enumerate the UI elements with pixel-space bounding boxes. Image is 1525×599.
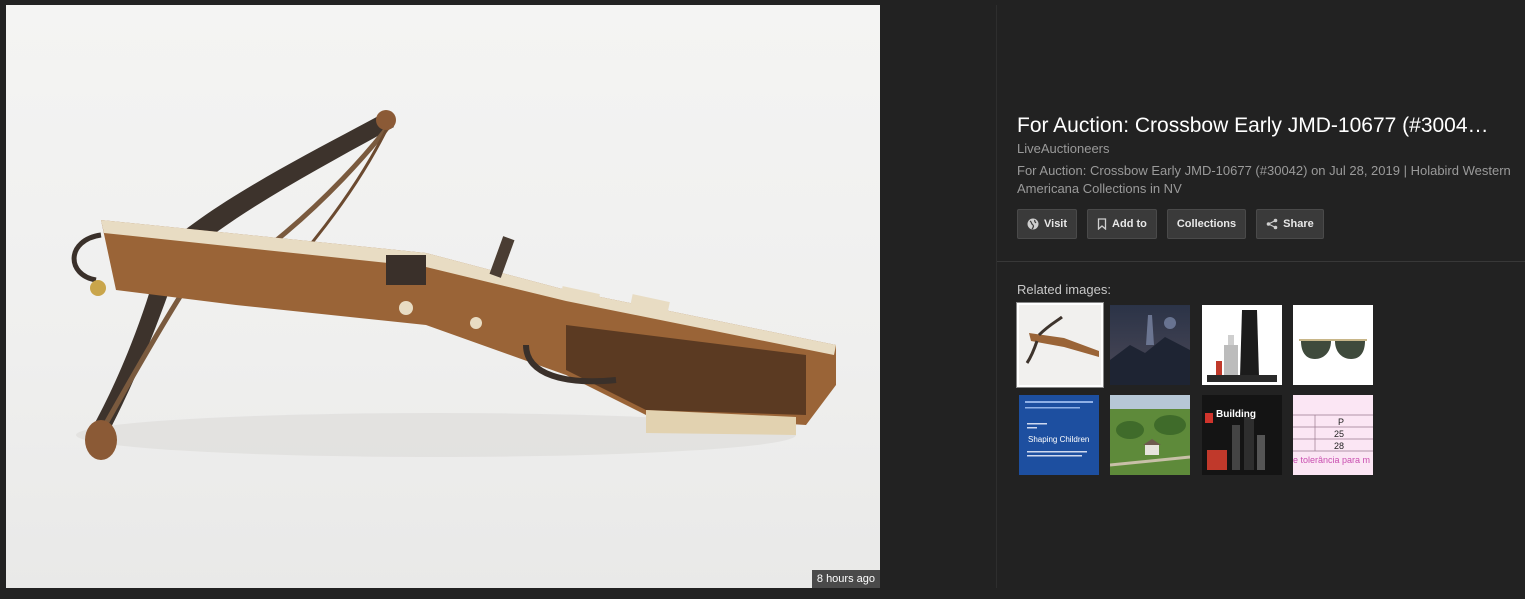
- related-thumb-aerial-house[interactable]: [1110, 395, 1190, 475]
- visit-label: Visit: [1044, 218, 1068, 230]
- table-footer-text: e tolerância para m: [1293, 455, 1371, 465]
- section-divider: [997, 261, 1525, 262]
- image-title[interactable]: For Auction: Crossbow Early JMD-10677 (#…: [1017, 112, 1517, 140]
- share-label: Share: [1283, 218, 1314, 230]
- visit-button[interactable]: Visit: [1017, 209, 1078, 239]
- related-thumb-table[interactable]: P 25 28 e tolerância para m: [1293, 395, 1373, 475]
- panel-divider: [996, 5, 997, 588]
- related-images-label: Related images:: [1017, 282, 1111, 297]
- image-source[interactable]: LiveAuctioneers: [1017, 141, 1522, 156]
- related-thumb-crossbow[interactable]: [1017, 303, 1103, 387]
- add-to-label: Add to: [1112, 218, 1147, 230]
- image-age-badge: 8 hours ago: [811, 570, 880, 588]
- globe-icon: [1027, 218, 1039, 230]
- table-row1-text: 25: [1334, 429, 1345, 439]
- table-header-text: P: [1338, 417, 1345, 427]
- image-info-panel: For Auction: Crossbow Early JMD-10677 (#…: [1017, 112, 1522, 198]
- related-thumb-fantasy-scene[interactable]: [1110, 305, 1190, 385]
- related-thumb-sunglasses[interactable]: [1293, 305, 1373, 385]
- action-bar: Visit Add to Collections Share: [1017, 209, 1324, 239]
- share-button[interactable]: Share: [1256, 209, 1324, 239]
- main-image[interactable]: 8 hours ago: [6, 5, 880, 588]
- image-description: For Auction: Crossbow Early JMD-10677 (#…: [1017, 163, 1511, 196]
- related-thumb-lego-building[interactable]: Building: [1202, 395, 1282, 475]
- bookmark-icon: [1097, 218, 1107, 230]
- related-thumb-book[interactable]: Shaping Children: [1019, 395, 1099, 475]
- crossbow-image: [71, 110, 836, 460]
- lego-label-text: Building: [1216, 409, 1256, 420]
- collections-button[interactable]: Collections: [1166, 209, 1247, 239]
- book-title-text: Shaping Children: [1028, 435, 1090, 444]
- related-thumb-chicago-model[interactable]: [1202, 305, 1282, 385]
- add-to-button[interactable]: Add to: [1087, 209, 1157, 239]
- collections-label: Collections: [1176, 218, 1237, 230]
- share-icon: [1266, 218, 1278, 230]
- table-row2-text: 28: [1334, 441, 1345, 451]
